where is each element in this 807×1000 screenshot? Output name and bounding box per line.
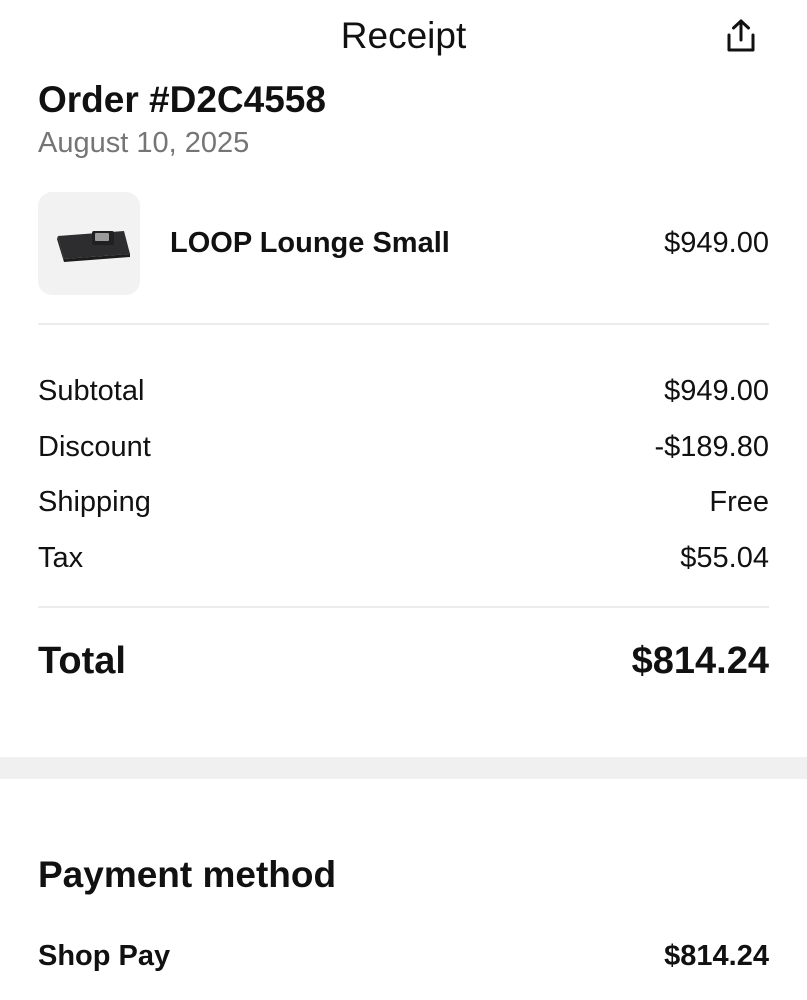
total-row: Total $814.24	[38, 636, 769, 686]
share-icon	[727, 19, 755, 52]
tax-label: Tax	[38, 542, 84, 574]
payment-method-amount: $814.24	[664, 940, 769, 972]
discount-row: Discount -$189.80	[38, 427, 769, 467]
header: Receipt	[0, 0, 807, 72]
product-image	[57, 231, 130, 262]
item-price: $949.00	[664, 227, 769, 259]
divider	[38, 323, 769, 325]
receipt-screen: Receipt Order #D2C4558 August 10, 2025 L…	[0, 0, 807, 1000]
subtotal-row: Subtotal $949.00	[38, 371, 769, 411]
section-separator	[0, 757, 807, 779]
share-button[interactable]	[721, 16, 761, 56]
total-value: $814.24	[631, 640, 769, 682]
payment-method-label: Shop Pay	[38, 940, 171, 972]
tax-value: $55.04	[680, 542, 769, 574]
shipping-row: Shipping Free	[38, 482, 769, 522]
subtotal-label: Subtotal	[38, 375, 145, 407]
order-number: Order #D2C4558	[38, 79, 326, 120]
payment-method-row[interactable]: Shop Pay $814.24	[38, 936, 769, 976]
line-item[interactable]: LOOP Lounge Small $949.00	[38, 192, 769, 295]
shipping-value: Free	[709, 486, 769, 518]
subtotal-value: $949.00	[664, 375, 769, 407]
item-name: LOOP Lounge Small	[170, 227, 450, 259]
product-thumbnail	[38, 192, 140, 295]
total-label: Total	[38, 640, 126, 682]
payment-method-title: Payment method	[38, 854, 337, 895]
order-date: August 10, 2025	[38, 127, 250, 159]
page-title: Receipt	[340, 15, 467, 56]
discount-label: Discount	[38, 431, 151, 463]
discount-value: -$189.80	[654, 431, 770, 463]
divider	[38, 606, 769, 608]
shipping-label: Shipping	[38, 486, 151, 518]
tax-row: Tax $55.04	[38, 538, 769, 578]
